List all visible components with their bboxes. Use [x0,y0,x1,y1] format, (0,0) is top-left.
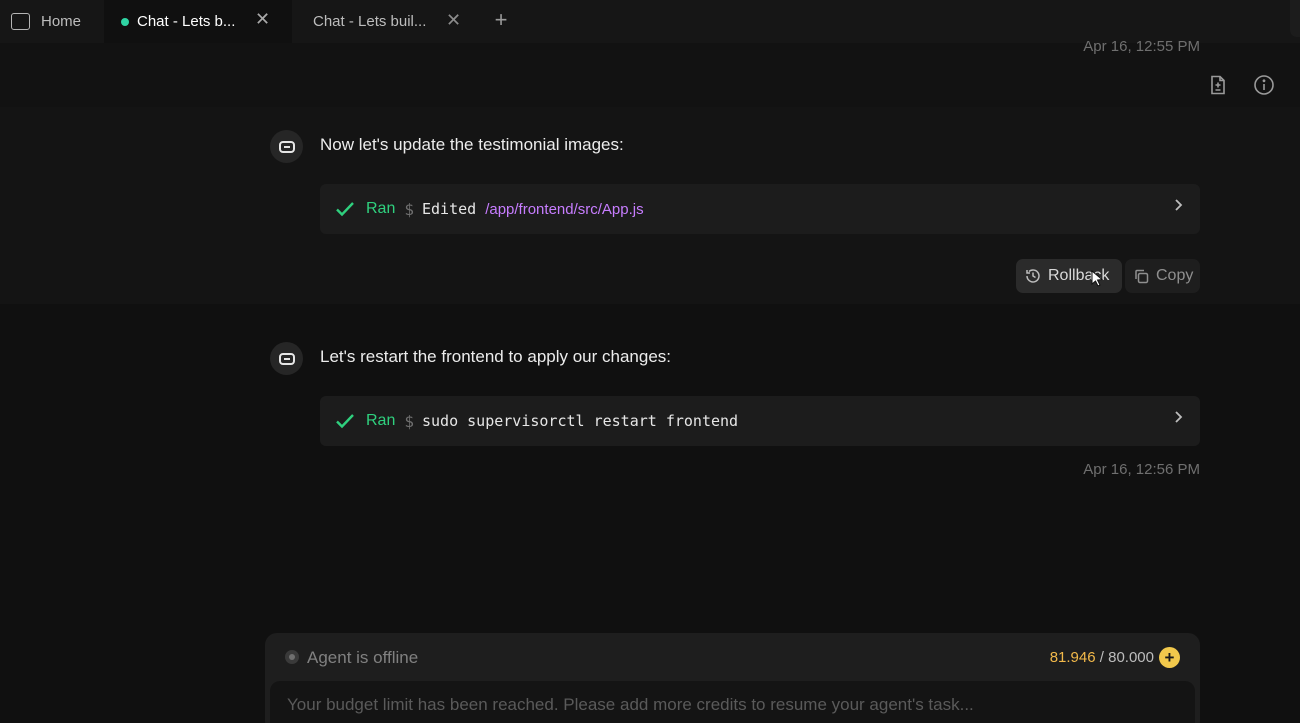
message-text: Let's restart the frontend to apply our … [320,347,672,366]
command-status: Ran [366,412,396,429]
timestamp: Apr 16, 12:55 PM [1083,38,1200,55]
message-input[interactable]: Your budget limit has been reached. Plea… [270,681,1195,723]
copy-icon [1135,269,1149,283]
chevron-right-icon[interactable] [1172,197,1184,213]
command-card[interactable]: Ran $ Edited /app/frontend/src/App.js [320,184,1200,234]
check-icon [336,202,354,217]
offline-status-icon [285,650,299,664]
command-status: Ran [366,200,396,217]
rollback-button[interactable]: Rollback [1016,259,1122,293]
add-credits-button[interactable]: + [1159,647,1180,668]
window-edge [1290,0,1300,37]
credits-counter: 81.946 / 80.000 [1050,649,1154,666]
timestamp: Apr 16, 12:56 PM [1083,461,1200,478]
agent-avatar [270,130,303,163]
chevron-right-icon[interactable] [1172,409,1184,425]
active-status-dot [121,17,129,26]
command-card[interactable]: Ran $ sudo supervisorctl restart fronten… [320,396,1200,446]
tab-home-label: Home [41,13,82,30]
command-code: Edited [422,200,477,218]
history-icon [1026,269,1040,283]
command-prompt: $ [404,411,414,431]
agent-avatar [270,342,303,375]
tab-home[interactable]: Home [0,0,104,43]
tab-bar: Home Chat - Lets b... ✕ Chat - Lets buil… [0,0,1300,43]
robot-icon [278,140,295,153]
document-diff-icon[interactable] [1207,74,1229,96]
tab-chat-second[interactable]: Chat - Lets buil... ✕ [292,0,480,43]
copy-button[interactable]: Copy [1125,259,1200,293]
close-icon[interactable]: ✕ [446,11,461,29]
tab-chat-second-label: Chat - Lets buil... [313,13,427,30]
tab-chat-active-label: Chat - Lets b... [137,13,236,30]
mouse-cursor-icon [1091,270,1104,287]
close-icon[interactable]: ✕ [255,10,270,28]
composer: Agent is offline 81.946 / 80.000 + Your … [265,633,1200,723]
credits-separator: / [1095,649,1109,666]
check-icon [336,414,354,429]
credits-used: 81.946 [1049,649,1096,666]
command-path[interactable]: /app/frontend/src/App.js [485,201,643,218]
command-prompt: $ [404,199,414,219]
agent-status: Agent is offline [307,648,419,667]
message-text: Now let's update the testimonial images: [320,135,624,154]
credits-limit: 80.000 [1108,649,1154,666]
robot-icon [278,352,295,365]
command-code: sudo supervisorctl restart frontend [422,412,739,430]
tab-chat-active[interactable]: Chat - Lets b... ✕ [104,0,292,43]
copy-label: Copy [1156,267,1194,284]
plus-icon[interactable]: + [490,9,512,31]
info-icon[interactable] [1253,74,1275,96]
window-icon [11,13,30,30]
